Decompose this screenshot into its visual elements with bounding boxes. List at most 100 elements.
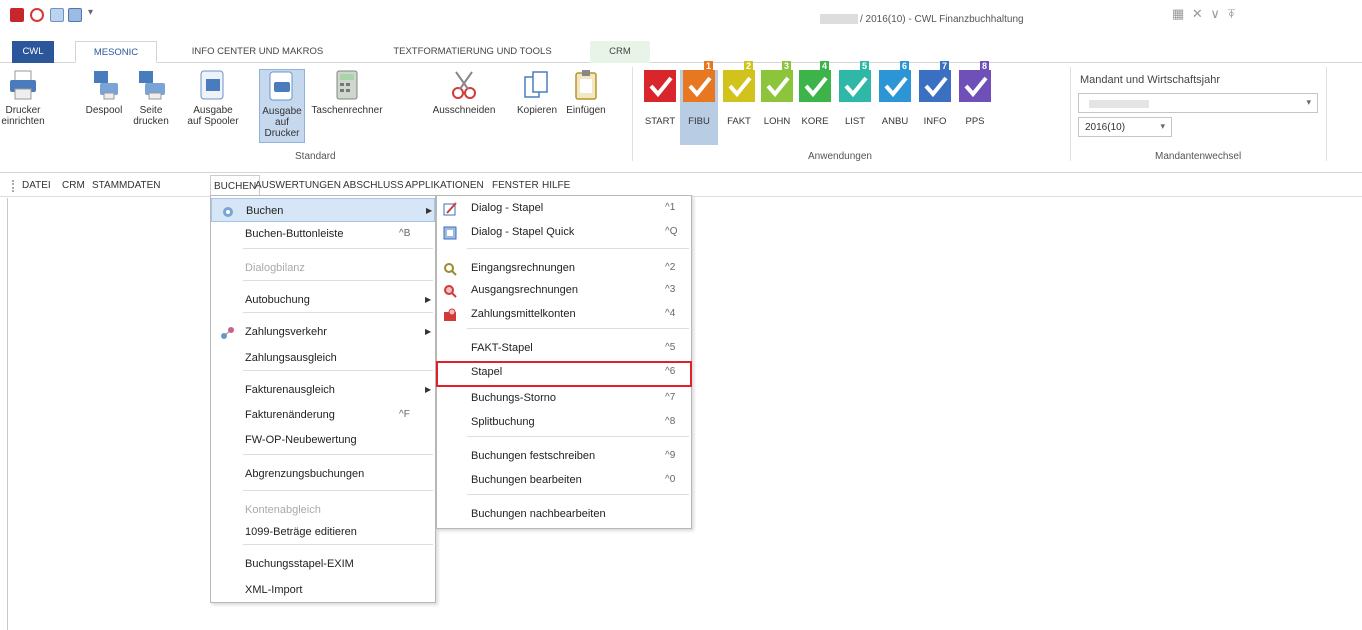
page-icon[interactable] bbox=[68, 8, 82, 22]
kopieren-button[interactable]: Kopieren bbox=[515, 69, 559, 116]
buchen-menu-item[interactable]: Fakturenänderung ^F bbox=[211, 403, 435, 427]
group-label-anwendungen: Anwendungen bbox=[808, 151, 872, 162]
buchen-menu-item[interactable]: Buchungsstapel-EXIM bbox=[211, 552, 435, 576]
drucker-einrichten-button[interactable]: Drucker einrichten bbox=[0, 69, 46, 127]
submenu-item[interactable]: Buchungen nachbearbeiten bbox=[437, 502, 691, 526]
app-fakt-button[interactable]: 2 FAKT bbox=[720, 61, 758, 127]
app-list-button[interactable]: 5 LIST bbox=[836, 61, 874, 127]
menu-separator bbox=[467, 328, 689, 329]
tab-textformatierung[interactable]: TEXTFORMATIERUNG UND TOOLS bbox=[370, 41, 575, 63]
app-icon[interactable] bbox=[10, 8, 24, 22]
group-separator bbox=[1326, 67, 1327, 161]
mandant-select[interactable]: ▾ bbox=[1078, 93, 1318, 113]
submenu-arrow-icon: ▶ bbox=[425, 327, 432, 336]
buchen-menu-item[interactable]: Zahlungsausgleich bbox=[211, 346, 435, 370]
submenu-item[interactable]: Buchungs-Storno ^7 bbox=[437, 386, 691, 410]
app-pps-button[interactable]: 8 PPS bbox=[956, 61, 994, 127]
app-fibu-button[interactable]: 1 FIBU bbox=[680, 61, 718, 145]
output-printer-icon bbox=[266, 70, 298, 102]
buchen-menu-item[interactable]: FW-OP-Neubewertung bbox=[211, 428, 435, 452]
submenu-item[interactable]: Buchungen festschreiben ^9 bbox=[437, 444, 691, 468]
ausschneiden-button[interactable]: Ausschneiden bbox=[427, 69, 501, 116]
checkmark-icon: 1 bbox=[683, 61, 715, 102]
submenu-item[interactable]: FAKT-Stapel ^5 bbox=[437, 336, 691, 360]
app-info-button[interactable]: 7 INFO bbox=[916, 61, 954, 127]
app-anbu-button[interactable]: 6 ANBU bbox=[876, 61, 914, 127]
buchen-submenu: Dialog - Stapel ^1 Dialog - Stapel Quick ^Q… bbox=[436, 195, 692, 529]
stapel-quick-icon bbox=[443, 225, 458, 240]
buchen-menu-item[interactable]: Fakturenausgleich ▶ bbox=[211, 378, 435, 402]
menu-fenster[interactable]: FENSTER bbox=[492, 175, 539, 197]
paste-icon bbox=[570, 69, 602, 101]
submenu-item[interactable]: Ausgangsrechnungen ^3 bbox=[437, 278, 691, 302]
menu-separator bbox=[243, 248, 433, 249]
app-lohn-button[interactable]: 3 LOHN bbox=[758, 61, 796, 127]
checkmark-icon: 4 bbox=[799, 61, 831, 102]
checkmark-icon bbox=[644, 70, 676, 102]
buchen-menu-item[interactable]: 1099-Beträge editieren bbox=[211, 520, 435, 544]
seite-drucken-button[interactable]: Seite drucken bbox=[129, 69, 173, 127]
menu-abschluss[interactable]: ABSCHLUSS bbox=[343, 175, 404, 197]
buchen-menu-item[interactable]: Buchen-Buttonleiste ^B bbox=[211, 222, 435, 246]
group-separator bbox=[632, 67, 633, 161]
ausgang-icon bbox=[443, 283, 458, 298]
ausgabe-spooler-button[interactable]: Ausgabe auf Spooler bbox=[186, 69, 240, 127]
buchen-menu-item[interactable]: XML-Import bbox=[211, 578, 435, 602]
menu-hilfe[interactable]: HILFE bbox=[542, 175, 570, 197]
tab-info-center[interactable]: INFO CENTER UND MAKROS bbox=[175, 41, 340, 63]
menu-separator bbox=[243, 312, 433, 313]
checkmark-icon: 3 bbox=[761, 61, 793, 102]
year-select[interactable]: 2016(10) ▾ bbox=[1078, 117, 1172, 137]
qa-dropdown-icon[interactable]: ▾ bbox=[88, 7, 93, 18]
menu-auswertungen[interactable]: AUSWERTUNGEN bbox=[255, 175, 341, 197]
highlight-box bbox=[436, 361, 692, 387]
menu-datei[interactable]: DATEI bbox=[22, 175, 51, 197]
pdf-icon[interactable] bbox=[30, 8, 44, 22]
checkmark-icon: 5 bbox=[839, 61, 871, 102]
tab-crm[interactable]: CRM bbox=[590, 41, 650, 63]
calculator-icon bbox=[331, 69, 363, 101]
printer-icon bbox=[7, 69, 39, 101]
menu-separator bbox=[243, 370, 433, 371]
submenu-item[interactable]: Buchungen bearbeiten ^0 bbox=[437, 468, 691, 492]
menu-buchen[interactable]: BUCHEN bbox=[210, 175, 261, 197]
app-start-button[interactable]: START bbox=[641, 70, 679, 127]
checkmark-icon: 6 bbox=[879, 61, 911, 102]
buchen-menu-item[interactable]: Abgrenzungsbuchungen bbox=[211, 462, 435, 486]
submenu-item[interactable]: Zahlungsmittelkonten ^4 bbox=[437, 302, 691, 326]
menu-applikationen[interactable]: APPLIKATIONEN bbox=[405, 175, 484, 197]
app-kore-button[interactable]: 4 KORE bbox=[796, 61, 834, 127]
menu-stammdaten[interactable]: STAMMDATEN bbox=[92, 175, 161, 197]
ribbon-tabs: CWL MESONIC INFO CENTER UND MAKROS TEXTF… bbox=[0, 41, 1362, 63]
ribbon: Drucker einrichten Despool Seite drucken A… bbox=[0, 61, 1362, 173]
window-icon[interactable] bbox=[50, 8, 64, 22]
chevron-down-icon: ▾ bbox=[1306, 97, 1311, 107]
buchen-menu-item[interactable]: Autobuchung ▶ bbox=[211, 288, 435, 312]
submenu-item[interactable]: Dialog - Stapel ^1 bbox=[437, 196, 691, 220]
buchen-menu-item[interactable]: Buchen ▶ bbox=[211, 198, 435, 222]
menu-separator bbox=[243, 280, 433, 281]
taschenrechner-button[interactable]: Taschenrechner bbox=[307, 69, 387, 116]
scissors-icon bbox=[448, 69, 480, 101]
ausgabe-drucker-button[interactable]: Ausgabe auf Drucker bbox=[259, 69, 305, 143]
window-controls[interactable]: ▦ ✕ ∨ ⍕ bbox=[1172, 6, 1237, 22]
submenu-item[interactable]: Splitbuchung ^8 bbox=[437, 410, 691, 434]
despool-button[interactable]: Despool bbox=[82, 69, 126, 116]
submenu-item[interactable]: Eingangsrechnungen ^2 bbox=[437, 256, 691, 280]
tab-mesonic[interactable]: MESONIC bbox=[75, 41, 157, 63]
checkmark-icon: 8 bbox=[959, 61, 991, 102]
title-bar: ▾ / 2016(10) - CWL Finanzbuchhaltung ▦ ✕… bbox=[0, 0, 1362, 34]
chevron-down-icon: ▾ bbox=[1160, 121, 1165, 131]
submenu-arrow-icon: ▶ bbox=[425, 385, 432, 394]
einfuegen-button[interactable]: Einfügen bbox=[560, 69, 612, 116]
buchen-menu-item[interactable]: Zahlungsverkehr ▶ bbox=[211, 320, 435, 344]
tab-cwl[interactable]: CWL bbox=[12, 41, 54, 63]
zahlungsverkehr-icon bbox=[220, 325, 235, 339]
menu-bar: DATEI CRM STAMMDATEN BUCHEN AUSWERTUNGEN… bbox=[0, 175, 1362, 197]
print-page-icon bbox=[135, 69, 167, 101]
submenu-item[interactable]: Dialog - Stapel Quick ^Q bbox=[437, 220, 691, 244]
dialog-stapel-icon bbox=[443, 201, 458, 216]
menu-separator bbox=[243, 490, 433, 491]
submenu-arrow-icon: ▶ bbox=[425, 295, 432, 304]
menu-crm[interactable]: CRM bbox=[62, 175, 85, 197]
